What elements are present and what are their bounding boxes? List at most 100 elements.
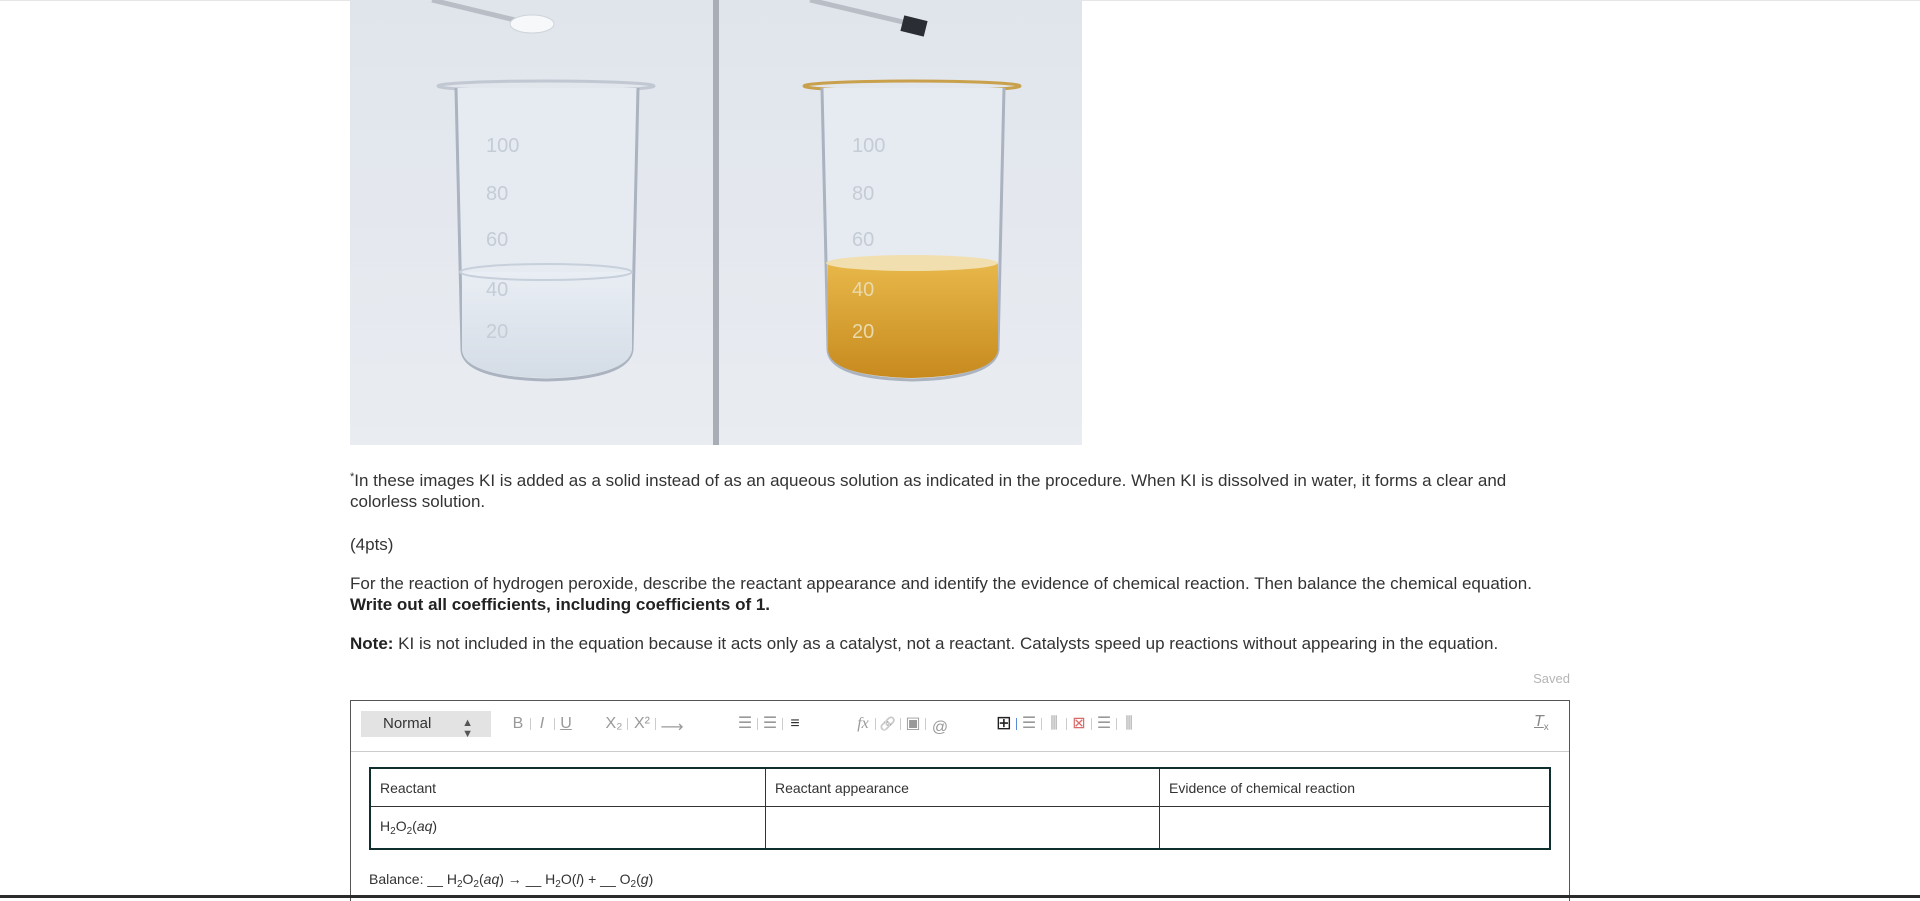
- prompt-bold-instruction: Write out all coefficients, including co…: [350, 595, 771, 614]
- formula-subscript: 2: [473, 879, 479, 890]
- formula-part: O: [395, 818, 407, 834]
- toolbar-separator: [1041, 718, 1042, 730]
- cell-reactant-appearance[interactable]: [765, 806, 1160, 850]
- insert-row-button[interactable]: ☰: [1020, 713, 1038, 735]
- svg-text:40: 40: [486, 279, 508, 301]
- cell-evidence[interactable]: [1159, 806, 1551, 850]
- insert-column-icon: ⫼: [1050, 715, 1058, 732]
- attachment-button[interactable]: @: [929, 717, 951, 739]
- underline-button[interactable]: U: [559, 713, 573, 735]
- reaction-table: Reactant Reactant appearance Evidence of…: [369, 767, 1551, 850]
- ordered-list-icon: ☰: [737, 715, 753, 732]
- header-reactant-appearance[interactable]: Reactant appearance: [765, 767, 1160, 807]
- ordered-list-button[interactable]: ☰: [736, 713, 754, 735]
- toolbar-separator: [782, 718, 783, 730]
- coefficient-blank: __: [525, 871, 542, 887]
- svg-text:60: 60: [852, 229, 874, 251]
- reaction-photo: 100 80 60 40 20 100 80 60 40 20: [350, 0, 1082, 445]
- superscript-button[interactable]: X²: [631, 713, 653, 735]
- toolbar-separator: [757, 718, 758, 730]
- balance-label: Balance:: [369, 871, 428, 887]
- bold-button[interactable]: B: [511, 713, 525, 735]
- formula-part: O: [560, 871, 572, 887]
- editor-toolbar: Normal ▲ ▼ B I U X₂ X² ⟶ ☰ ☰ ≡ fx 🔗 ▣ @ ⊞…: [351, 701, 1569, 752]
- toolbar-separator: [1016, 718, 1017, 730]
- insert-column-button[interactable]: ⫼: [1045, 713, 1063, 735]
- formula-part: O: [462, 871, 474, 887]
- bold-icon: B: [512, 715, 524, 732]
- coefficient-blank: __: [427, 871, 443, 887]
- format-select[interactable]: Normal ▲ ▼: [361, 711, 491, 740]
- formula-part: H: [446, 871, 457, 887]
- italic-icon: I: [539, 715, 545, 732]
- delete-table-icon: ⊠: [1072, 715, 1086, 732]
- formula-button[interactable]: fx: [853, 713, 873, 735]
- link-button[interactable]: 🔗: [879, 713, 897, 735]
- formula-part: H: [380, 818, 391, 834]
- formula-part: O: [619, 871, 631, 887]
- svg-text:80: 80: [486, 183, 508, 205]
- toolbar-separator: [530, 718, 531, 730]
- svg-text:60: 60: [486, 229, 508, 251]
- state-label: aq: [416, 818, 433, 834]
- photo-divider: [713, 0, 719, 445]
- image-icon: ▣: [905, 715, 921, 732]
- delete-column-button[interactable]: ⫼: [1120, 713, 1138, 735]
- balance-equation[interactable]: Balance: __ H2O2(aq) → __ H2O(l) + __ O2…: [369, 871, 653, 890]
- svg-text:20: 20: [852, 321, 874, 343]
- points-label: (4pts): [350, 535, 394, 554]
- italic-button[interactable]: I: [535, 713, 549, 735]
- footnote-text: In these images KI is added as a solid i…: [350, 471, 1507, 511]
- link-icon: 🔗: [879, 716, 897, 731]
- image-button[interactable]: ▣: [904, 713, 922, 735]
- delete-row-icon: ☰: [1096, 715, 1112, 732]
- subscript-button[interactable]: X₂: [603, 713, 625, 735]
- superscript-icon: X²: [634, 715, 650, 732]
- svg-text:20: 20: [486, 321, 508, 343]
- toolbar-separator: [1091, 718, 1092, 730]
- clear-format-button[interactable]: Tx: [1534, 713, 1549, 733]
- bullet-list-icon: ☰: [762, 715, 778, 732]
- align-icon: ≡: [790, 715, 800, 732]
- note-label: Note:: [350, 634, 394, 653]
- table-header-row: Reactant Reactant appearance Evidence of…: [369, 767, 1551, 807]
- formula-part: H: [545, 871, 556, 887]
- coefficient-blank: __: [600, 871, 616, 887]
- toolbar-separator: [1066, 718, 1067, 730]
- header-evidence[interactable]: Evidence of chemical reaction: [1159, 767, 1551, 807]
- footnote-marker: *: [350, 471, 355, 483]
- arrow-button[interactable]: ⟶: [659, 717, 685, 739]
- toolbar-separator: [925, 718, 926, 730]
- note-text: KI is not included in the equation becau…: [393, 634, 1499, 653]
- state-label: l: [576, 871, 580, 887]
- toolbar-separator: [900, 718, 901, 730]
- bullet-list-button[interactable]: ☰: [761, 713, 779, 735]
- table-row: H2O2(aq): [369, 806, 1551, 850]
- table-icon: ⊞: [996, 713, 1012, 734]
- save-status: Saved: [1533, 671, 1570, 686]
- svg-text:100: 100: [852, 135, 885, 157]
- align-button[interactable]: ≡: [786, 713, 804, 735]
- clear-format-icon-x: x: [1543, 722, 1549, 734]
- subscript-icon: X₂: [605, 715, 623, 732]
- insert-table-button[interactable]: ⊞: [995, 713, 1013, 735]
- toolbar-separator: [1116, 718, 1117, 730]
- note: Note: KI is not included in the equation…: [350, 633, 1570, 654]
- svg-text:40: 40: [852, 279, 874, 301]
- toolbar-separator: [627, 718, 628, 730]
- answer-editor[interactable]: Normal ▲ ▼ B I U X₂ X² ⟶ ☰ ☰ ≡ fx 🔗 ▣ @ ⊞…: [350, 700, 1570, 901]
- toolbar-separator: [875, 718, 876, 730]
- delete-table-button[interactable]: ⊠: [1070, 713, 1088, 735]
- reaction-arrow: →: [507, 871, 522, 887]
- cell-reactant[interactable]: H2O2(aq): [369, 806, 766, 850]
- arrow-icon: ⟶: [660, 719, 684, 736]
- prompt-text: For the reaction of hydrogen peroxide, d…: [350, 574, 1532, 593]
- state-label: aq: [483, 871, 500, 887]
- plus-sign: +: [588, 871, 597, 887]
- clear-format-icon: T: [1534, 713, 1544, 730]
- formula-icon: fx: [857, 715, 869, 732]
- header-reactant[interactable]: Reactant: [369, 767, 766, 807]
- format-select-value: Normal: [383, 715, 432, 732]
- toolbar-separator: [655, 718, 656, 730]
- delete-row-button[interactable]: ☰: [1095, 713, 1113, 735]
